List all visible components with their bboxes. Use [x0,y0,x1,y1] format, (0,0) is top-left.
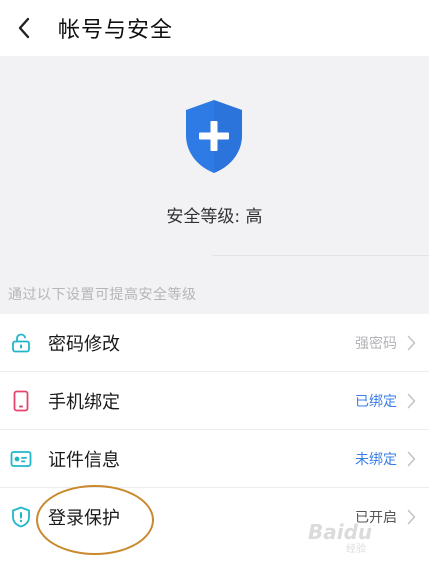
list-item-value: 未绑定 [355,451,397,468]
list-item-value: 强密码 [355,335,397,352]
chevron-left-icon [18,17,30,39]
shield-alert-icon [10,506,32,528]
id-card-icon [10,448,32,470]
shield-plus-icon [182,97,246,175]
list-item-label: 证件信息 [48,449,120,471]
list-item-id-info[interactable]: 证件信息 未绑定 [0,430,429,488]
lock-icon [10,332,32,354]
page-title: 帐号与安全 [58,18,174,43]
security-hero: 安全等级: 高 通过以下设置可提高安全等级 [0,56,429,314]
hint-text: 通过以下设置可提高安全等级 [8,287,197,303]
list-item-label: 密码修改 [48,333,120,355]
chevron-right-icon [403,391,419,411]
list-item-label: 登录保护 [48,508,120,529]
phone-icon [10,390,32,412]
list-item-phone[interactable]: 手机绑定 已绑定 [0,372,429,430]
chevron-right-icon [403,449,419,469]
header-bar: 帐号与安全 [0,0,429,56]
list-item-value: 已开启 [355,510,397,526]
list-item-value: 已绑定 [355,393,397,410]
list-item-login-protect[interactable]: 登录保护 已开启 [0,488,429,546]
list-item-label: 手机绑定 [48,391,120,413]
divider [212,255,429,256]
settings-list: 密码修改 强密码 手机绑定 已绑定 证件信息 未绑定 登录保护 已开启 [0,314,429,546]
back-button[interactable] [2,0,46,56]
chevron-right-icon [403,333,419,353]
list-item-password[interactable]: 密码修改 强密码 [0,314,429,372]
security-level-text: 安全等级: 高 [166,207,263,227]
chevron-right-icon [403,507,419,527]
